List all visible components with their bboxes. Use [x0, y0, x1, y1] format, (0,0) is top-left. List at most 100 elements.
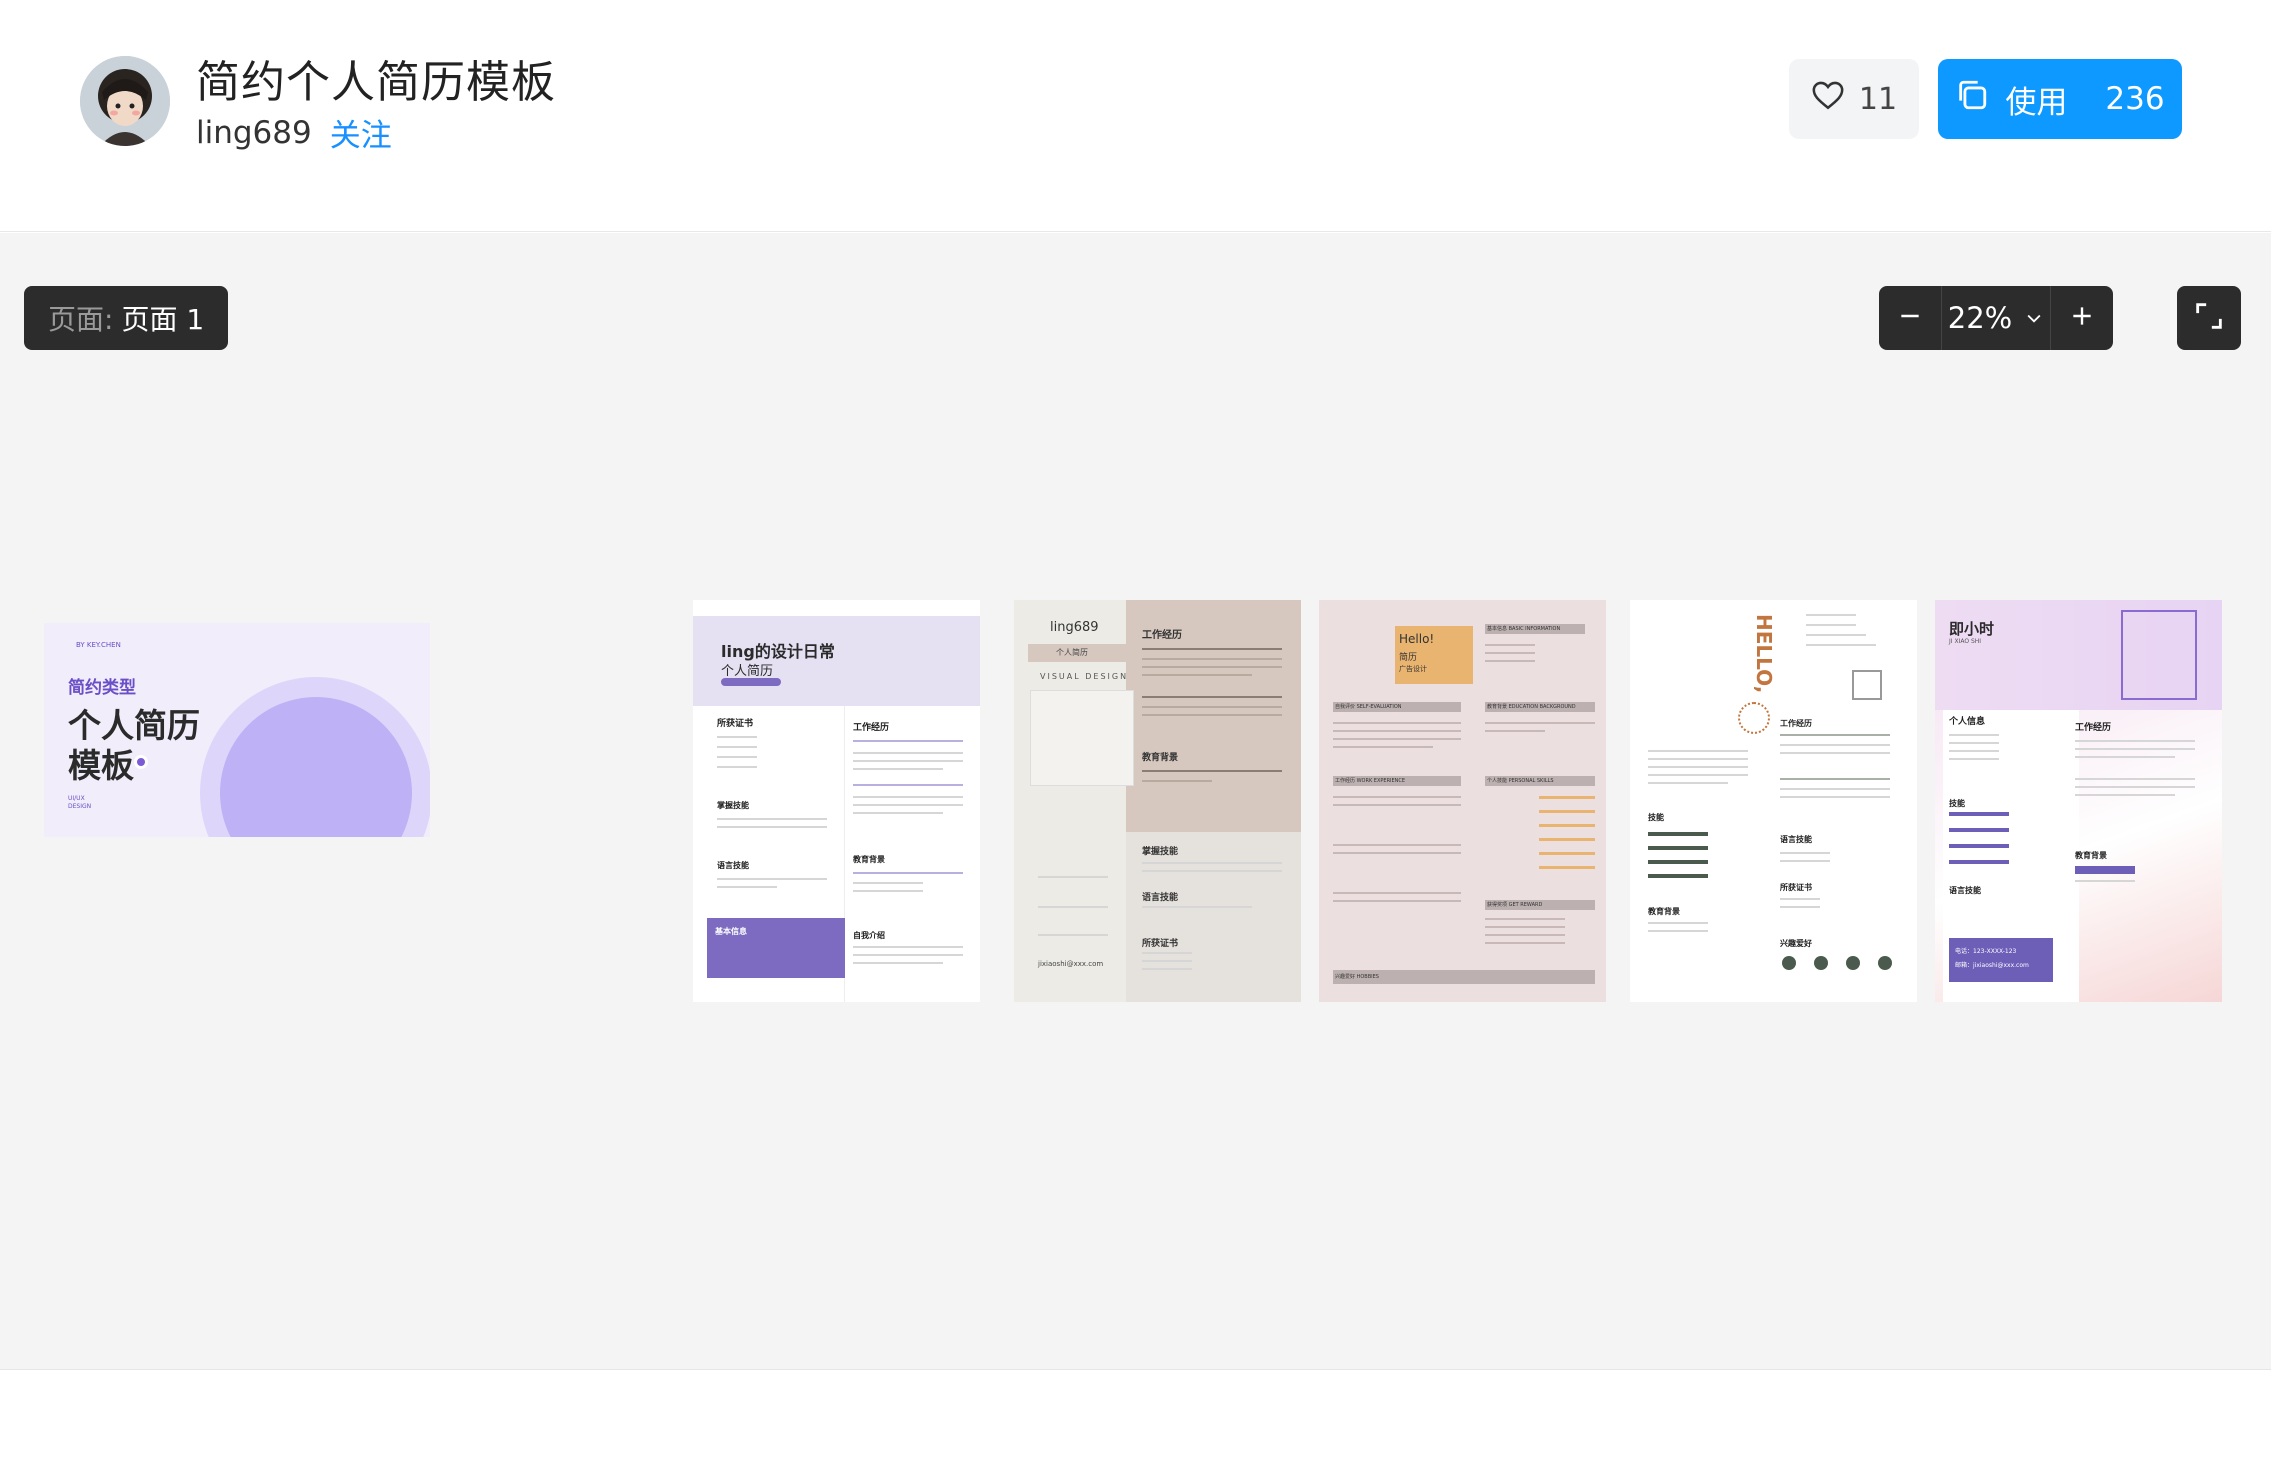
page-thumbnail-cover[interactable]: BY KEY.CHEN 简约类型 个人简历 模板 UI/UX DESIGN	[44, 623, 430, 837]
zoom-level-dropdown[interactable]: 22%	[1941, 286, 2051, 350]
r2-text-line	[1142, 952, 1192, 954]
r3-text-line	[1333, 746, 1433, 748]
r1-text-line	[853, 954, 963, 956]
r4-sec-edu: 教育背景	[1648, 907, 1680, 916]
r1-text-line	[717, 826, 827, 828]
r2-sec-lang: 语言技能	[1142, 893, 1179, 903]
r4-text-line	[1780, 778, 1890, 780]
r5-skill-bar	[1949, 828, 2009, 832]
page-selector[interactable]: 页面: 页面 1	[24, 286, 229, 350]
zoom-control: 22%	[1879, 286, 2113, 350]
r4-hello: HELLO,	[1752, 614, 1776, 694]
r2-sec-skill: 掌握技能	[1142, 847, 1179, 857]
r4-text-line	[1648, 930, 1708, 932]
follow-link[interactable]: 关注	[330, 110, 392, 155]
r4-text-line	[1806, 614, 1856, 616]
r1-sec-lang: 语言技能	[717, 861, 749, 870]
r3-text-line	[1485, 730, 1545, 732]
r4-text-line	[1780, 734, 1890, 736]
r4-text-line	[1648, 758, 1748, 760]
preview-canvas[interactable]: 页面: 页面 1 22% BY KEY.CHEN 简约类型 个人简历 模板 UI…	[0, 233, 2271, 1370]
r1-sec-info: 基本信息	[715, 927, 747, 936]
header-bar: 简约个人简历模板 ling689 关注 11 使用 236	[0, 0, 2271, 232]
r1-text-line	[853, 882, 923, 884]
r3-text-line	[1485, 644, 1535, 646]
r2-sec-edu: 教育背景	[1142, 753, 1179, 763]
r3-skill-bar	[1539, 852, 1595, 855]
zoom-out-button[interactable]	[1879, 286, 1941, 350]
r4-text-line	[1780, 744, 1890, 746]
r5-text-line	[2075, 756, 2175, 758]
r4-sec-work: 工作经历	[1780, 719, 1812, 728]
page-thumbnail-resume-4[interactable]: HELLO, 工作经历 技能 语言技能 教育背景 所获证书 兴趣爱好	[1630, 600, 1917, 1002]
r5-email: 邮箱：jixiaoshi@xxx.com	[1955, 962, 2029, 969]
avatar[interactable]	[80, 56, 170, 146]
r3-text-line	[1485, 918, 1565, 920]
r4-hobby-icon	[1846, 956, 1860, 970]
page-thumbnail-resume-3[interactable]: Hello! 简历 广告设计 基本信息 BASIC INFORMATION 自我…	[1319, 600, 1606, 1002]
footer-area	[0, 1371, 2271, 1466]
cover-subtitle: 简约类型	[68, 678, 136, 698]
r1-text-line	[853, 752, 963, 754]
r1-pill	[721, 678, 781, 686]
r2-text-line	[1142, 770, 1282, 772]
author-name[interactable]: ling689	[196, 115, 312, 151]
r1-text-line	[717, 736, 757, 738]
r2-text-line	[1038, 934, 1108, 936]
template-title: 简约个人简历模板	[196, 57, 556, 108]
r5-text-line	[2075, 740, 2195, 742]
r4-text-line	[1780, 796, 1890, 798]
r2-text-line	[1142, 666, 1282, 668]
r4-text-line	[1648, 750, 1748, 752]
r1-text-line	[853, 812, 943, 814]
r4-text-line	[1648, 782, 1728, 784]
zoom-in-button[interactable]	[2051, 286, 2113, 350]
r1-sec-edu: 教育背景	[853, 855, 885, 864]
r4-text-line	[1806, 634, 1866, 636]
cover-tag: BY KEY.CHEN	[76, 641, 121, 649]
r5-sec-work: 工作经历	[2075, 723, 2112, 733]
r5-skill-bar	[1949, 812, 2009, 816]
r3-text-line	[1333, 722, 1461, 724]
r1-text-line	[853, 872, 963, 874]
r5-name-en: JI XIAO SHI	[1949, 638, 1982, 645]
r1-text-line	[853, 768, 943, 770]
r3-text-line	[1333, 900, 1461, 902]
page-thumbnail-resume-1[interactable]: ling的设计日常 个人简历 所获证书 工作经历 掌握技能 语言技能 教育背景 …	[693, 600, 980, 1002]
r4-text-line	[1780, 788, 1890, 790]
r2-role: 个人简历	[1056, 648, 1088, 657]
page-thumbnail-resume-5[interactable]: 即小时 JI XIAO SHI 个人信息 工作经历 技能 语言技能 教育背景 电…	[1935, 600, 2222, 1002]
r5-name: 即小时	[1949, 620, 1995, 638]
r5-sec-info: 个人信息	[1949, 717, 1986, 727]
r2-text-line	[1142, 960, 1192, 962]
chevron-down-icon	[2024, 301, 2044, 335]
avatar-image	[80, 56, 170, 146]
r3-sec-hobby: 兴趣爱好 HOBBIES	[1335, 974, 1379, 980]
r3-text-line	[1333, 892, 1461, 894]
r4-hobby-icon	[1782, 956, 1796, 970]
r3-skill-bar	[1539, 796, 1595, 799]
r2-text-line	[1038, 876, 1108, 878]
r3-skill-bar	[1539, 824, 1595, 827]
author-row: ling689 关注	[196, 110, 392, 155]
r2-text-line	[1142, 696, 1282, 698]
r3-text-line	[1485, 926, 1565, 928]
r3-sec-basic: 基本信息 BASIC INFORMATION	[1487, 626, 1561, 632]
r5-text-line	[1949, 742, 1999, 744]
expand-icon	[2192, 299, 2226, 337]
r4-text-line	[1806, 644, 1876, 646]
like-button[interactable]: 11	[1789, 59, 1919, 139]
r2-text-line	[1142, 674, 1252, 676]
r3-sec-skill: 个人技能 PERSONAL SKILLS	[1487, 778, 1554, 784]
page-thumbnail-resume-2[interactable]: ling689 个人简历 VISUAL DESIGN 工作经历 教育背景 掌握技…	[1014, 600, 1301, 1002]
r5-text-line	[1949, 758, 1999, 760]
use-template-button[interactable]: 使用 236	[1938, 59, 2182, 139]
cover-foot1: UI/UX	[68, 795, 85, 802]
fullscreen-button[interactable]	[2177, 286, 2241, 350]
r4-sec-skill: 技能	[1648, 813, 1664, 822]
r5-text-line	[1949, 734, 1999, 736]
r1-sec-cert: 所获证书	[717, 719, 754, 729]
use-label: 使用	[2005, 84, 2068, 121]
r1-sec-skill: 掌握技能	[717, 801, 749, 810]
r3-text-line	[1333, 796, 1461, 798]
